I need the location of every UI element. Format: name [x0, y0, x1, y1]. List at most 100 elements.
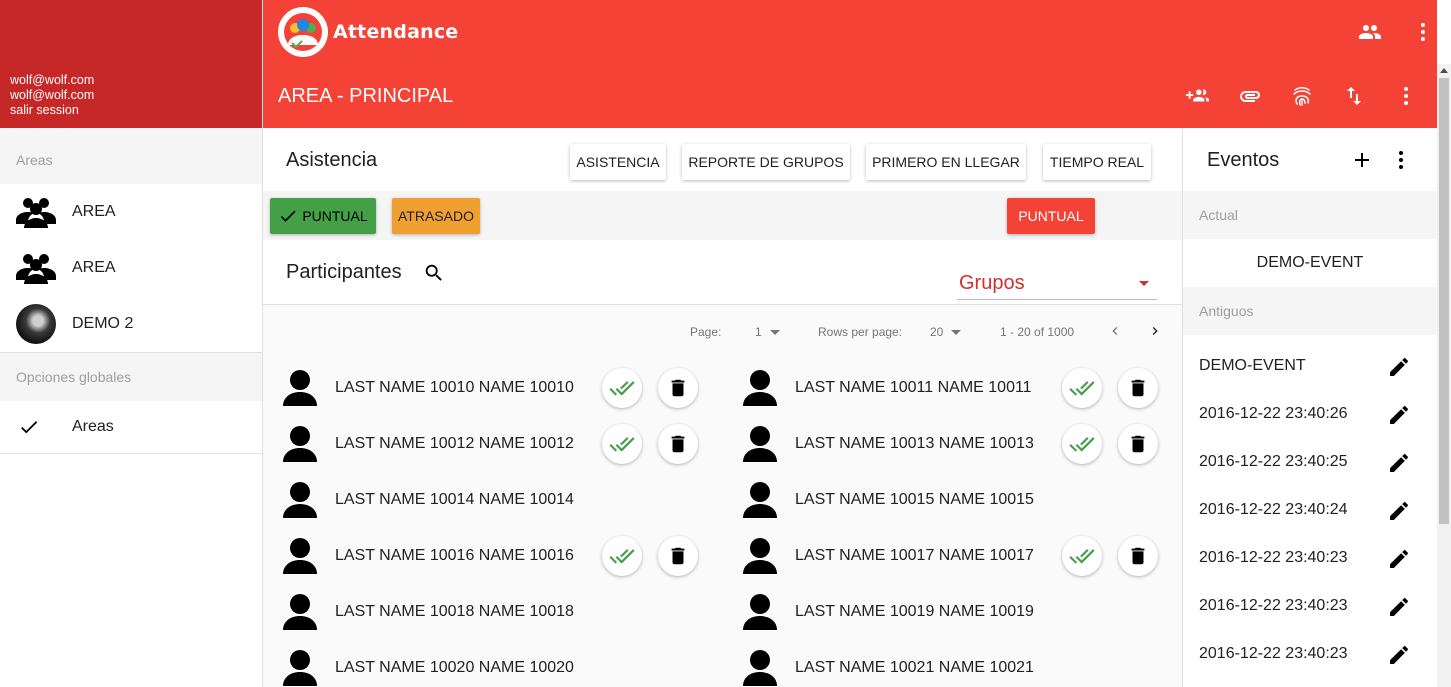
- main-content: Asistencia ASISTENCIA REPORTE DE GRUPOS …: [263, 128, 1182, 687]
- done-all-icon[interactable]: [602, 424, 642, 464]
- event-list-item[interactable]: 2016-12-22 23:40:24: [1183, 487, 1437, 535]
- page-select[interactable]: 1: [755, 325, 780, 339]
- participant-name: LAST NAME 10012 NAME 10012: [335, 435, 574, 452]
- sidebar-item-area-1[interactable]: AREA: [0, 184, 262, 240]
- group-icon: [0, 252, 72, 284]
- past-subheader: Antiguos: [1183, 287, 1437, 335]
- more-vert-icon[interactable]: [1411, 20, 1435, 44]
- event-name: 2016-12-22 23:40:24: [1199, 501, 1348, 518]
- scroll-up-arrow-icon[interactable]: [1440, 68, 1448, 73]
- add-icon[interactable]: [1350, 148, 1374, 177]
- scrollbar[interactable]: [1437, 64, 1451, 687]
- event-list-item[interactable]: 2016-12-22 23:40:23: [1183, 535, 1437, 583]
- person-icon: [283, 370, 317, 406]
- event-list-item[interactable]: 2016-12-22 23:40:26: [1183, 391, 1437, 439]
- status-bar: PUNTUAL ATRASADO PUNTUAL: [263, 191, 1182, 240]
- sidebar-item-area-2[interactable]: AREA: [0, 240, 262, 296]
- edit-icon[interactable]: [1387, 595, 1411, 619]
- dropdown-arrow-icon: [951, 330, 962, 336]
- person-icon: [743, 538, 777, 574]
- fingerprint-icon[interactable]: [1290, 84, 1314, 108]
- participant-name: LAST NAME 10013 NAME 10013: [795, 435, 1034, 452]
- delete-icon[interactable]: [1118, 536, 1158, 576]
- search-icon[interactable]: [423, 262, 445, 289]
- done-all-icon[interactable]: [602, 536, 642, 576]
- list-item: LAST NAME 10020 NAME 10020: [263, 640, 723, 687]
- sidebar-item-label: Areas: [72, 418, 114, 435]
- more-vert-icon[interactable]: [1394, 84, 1418, 108]
- people-icon[interactable]: [1358, 20, 1382, 44]
- list-item: LAST NAME 10018 NAME 10018: [263, 584, 723, 640]
- event-list-item[interactable]: 2016-12-22 23:40:23: [1183, 583, 1437, 631]
- delete-icon[interactable]: [1118, 368, 1158, 408]
- done-all-icon[interactable]: [1062, 536, 1102, 576]
- list-item: LAST NAME 10012 NAME 10012: [263, 416, 723, 472]
- delete-icon[interactable]: [658, 424, 698, 464]
- list-item: LAST NAME 10017 NAME 10017: [723, 528, 1182, 584]
- current-status-button[interactable]: PUNTUAL: [1007, 198, 1095, 234]
- participants-toolbar: Participantes Grupos: [263, 240, 1182, 305]
- edit-icon[interactable]: [1387, 355, 1411, 379]
- asistencia-button[interactable]: ASISTENCIA: [570, 144, 666, 180]
- app-logo[interactable]: Attendance: [278, 7, 458, 57]
- attendance-toolbar: Asistencia ASISTENCIA REPORTE DE GRUPOS …: [263, 128, 1182, 191]
- current-event[interactable]: DEMO-EVENT: [1183, 239, 1437, 287]
- sidebar-item-areas-global[interactable]: Areas: [0, 401, 262, 453]
- page-value: 1: [755, 325, 762, 339]
- event-list-item[interactable]: DEMO-EVENT: [1183, 343, 1437, 391]
- done-all-icon[interactable]: [1062, 424, 1102, 464]
- edit-icon[interactable]: [1387, 499, 1411, 523]
- person-icon: [283, 650, 317, 686]
- atrasado-button[interactable]: ATRASADO: [392, 198, 480, 234]
- edit-icon[interactable]: [1387, 451, 1411, 475]
- check-icon: [281, 210, 296, 222]
- participant-name: LAST NAME 10017 NAME 10017: [795, 547, 1034, 564]
- events-panel: Eventos Actual DEMO-EVENT Antiguos DEMO-…: [1182, 128, 1437, 687]
- edit-icon[interactable]: [1387, 643, 1411, 667]
- import-export-icon[interactable]: [1342, 84, 1366, 108]
- chevron-left-icon[interactable]: [1107, 323, 1123, 342]
- user-header: wolf@wolf.com wolf@wolf.com salir sessio…: [0, 0, 262, 128]
- rows-value: 20: [930, 325, 944, 339]
- edit-icon[interactable]: [1387, 403, 1411, 427]
- list-item: LAST NAME 10016 NAME 10016: [263, 528, 723, 584]
- logout-link[interactable]: salir session: [10, 103, 262, 118]
- app-bar: Attendance AREA - PRINCIPAL: [263, 0, 1437, 128]
- delete-icon[interactable]: [658, 536, 698, 576]
- real-time-button[interactable]: TIEMPO REAL: [1043, 144, 1151, 180]
- person-icon: [743, 650, 777, 686]
- event-list-item[interactable]: 2016-12-22 23:40:25: [1183, 439, 1437, 487]
- list-item: LAST NAME 10014 NAME 10014: [263, 472, 723, 528]
- sidebar-item-label: DEMO 2: [72, 315, 134, 332]
- group-report-button[interactable]: REPORTE DE GRUPOS: [682, 144, 850, 180]
- avatar: [16, 304, 56, 344]
- page-label: Page:: [690, 325, 722, 339]
- delete-icon[interactable]: [1118, 424, 1158, 464]
- event-name: 2016-12-22 23:40:23: [1199, 597, 1348, 614]
- rows-select[interactable]: 20: [930, 325, 962, 339]
- participant-name: LAST NAME 10019 NAME 10019: [795, 603, 1034, 620]
- delete-icon[interactable]: [658, 368, 698, 408]
- edit-icon[interactable]: [1387, 547, 1411, 571]
- scrollbar-thumb[interactable]: [1439, 78, 1449, 524]
- list-item: LAST NAME 10015 NAME 10015: [723, 472, 1182, 528]
- more-vert-icon[interactable]: [1389, 148, 1413, 177]
- done-all-icon[interactable]: [1062, 368, 1102, 408]
- first-arrival-button[interactable]: PRIMERO EN LLEGAR: [866, 144, 1026, 180]
- section-title: Participantes: [286, 261, 402, 283]
- done-all-icon[interactable]: [602, 368, 642, 408]
- sidebar: wolf@wolf.com wolf@wolf.com salir sessio…: [0, 0, 263, 687]
- list-item: LAST NAME 10011 NAME 10011: [723, 360, 1182, 416]
- add-group-icon[interactable]: [1185, 84, 1209, 108]
- event-name: 2016-12-22 23:40:23: [1199, 549, 1348, 566]
- participant-name: LAST NAME 10015 NAME 10015: [795, 491, 1034, 508]
- rows-label: Rows per page:: [818, 325, 903, 339]
- attachment-icon[interactable]: [1238, 84, 1262, 108]
- groups-select[interactable]: Grupos: [957, 262, 1157, 300]
- puntual-button[interactable]: PUNTUAL: [270, 198, 376, 234]
- dropdown-arrow-icon: [769, 330, 780, 336]
- sidebar-item-demo-2[interactable]: DEMO 2: [0, 296, 262, 352]
- event-list-item[interactable]: 2016-12-22 23:40:23: [1183, 631, 1437, 679]
- chevron-right-icon[interactable]: [1147, 323, 1163, 342]
- global-options-subheader: Opciones globales: [0, 353, 262, 401]
